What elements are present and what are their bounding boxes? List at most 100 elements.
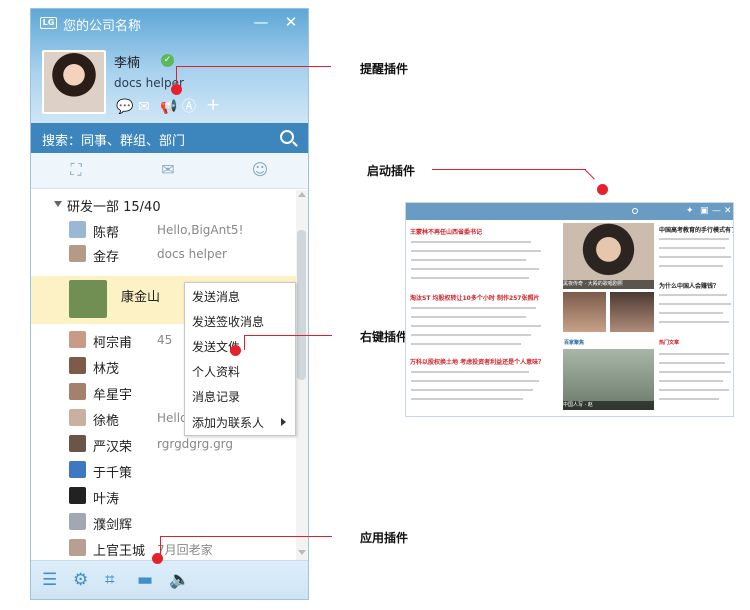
scroll-down-arrow-icon[interactable] [298,550,306,555]
search-bar[interactable]: 搜索：同事、群组、部门 [31,123,308,153]
preview-right-headline: 为什么中国人会赚钱？ [659,283,720,290]
contact-row[interactable]: 金存 docs helper [31,242,296,266]
title-bar[interactable]: LG 您的公司名称 — ✕ [31,9,308,37]
preview-section-tag: 热门文章 [659,340,680,346]
mail-icon[interactable]: ✉ [138,99,150,115]
menu-item-send-message[interactable]: 发送消息 [192,288,240,305]
preview-text-line [411,259,526,261]
search-input[interactable]: 搜索：同事、群组、部门 [42,130,185,149]
startup-plugin-preview: ✦ ▣ — ✕ 王蒙林不再任山西省委书记 淘汰ST 均股权转让10多个小时 制作… [405,202,734,417]
user-avatar[interactable] [42,50,106,114]
preview-photo [563,292,606,332]
contact-name: 康金山 [121,290,161,305]
preview-text-line [411,371,529,373]
menu-item-message-history[interactable]: 消息记录 [192,388,240,405]
preview-text-line [659,398,719,400]
contact-name: 柯宗甫 [93,336,133,351]
menu-item-add-contact[interactable]: 添加为联系人 [192,414,264,431]
contact-row[interactable]: 上官王城 7月回老家 [31,536,296,560]
announce-icon[interactable]: 📢 [160,99,177,115]
callout-line [584,169,595,180]
contact-name: 叶涛 [93,492,120,507]
callout-app-plugin: 应用插件 [360,531,409,545]
minimize-icon: — [712,206,721,216]
context-menu: 发送消息 发送签收消息 发送文件 个人资料 消息记录 添加为联系人 [184,282,296,436]
callout-dot [230,345,241,356]
callout-dot [152,553,163,564]
app-logo: LG [40,17,57,29]
close-button[interactable]: ✕ [283,14,299,30]
preview-text-line [411,398,523,400]
avatar [69,487,86,504]
submenu-arrow-icon [281,418,286,426]
preview-text-line [411,250,541,252]
crop-icon[interactable]: ⌗ [105,571,115,589]
preview-text-line [411,316,526,318]
scrollbar[interactable] [296,190,308,560]
online-status-icon[interactable]: ✓ [161,54,174,67]
preview-headline: 淘汰ST 均股权转让10多个小时 制作257张照片 [410,295,540,302]
preview-caption: 黑夜传奇 · 大殿的歌唱剧照 [563,280,654,289]
search-icon[interactable] [280,130,294,144]
avatar [69,331,86,348]
preview-text-line [411,307,536,309]
search-icon [632,208,638,214]
preview-text-line [659,238,729,240]
contact-name: 严汉荣 [93,440,133,455]
font-icon[interactable]: Ⓐ [182,99,196,115]
contact-row[interactable]: 于千策 [31,458,296,482]
pin-icon: ✦ [686,206,694,216]
list-icon[interactable]: ☰ [42,571,57,589]
preview-photo: 中国人写 · 赵 [563,349,654,410]
preview-text-line [411,389,533,391]
org-chart-icon[interactable]: ⛶ [65,160,87,180]
preview-text-line [411,241,531,243]
callout-line [160,536,332,537]
contact-status: rgrgdgrg.grg [157,437,234,451]
contact-row[interactable]: 叶涛 [31,484,296,508]
scroll-up-arrow-icon[interactable] [298,192,306,197]
preview-text-line [659,256,731,258]
menu-item-send-receipt-message[interactable]: 发送签收消息 [192,313,264,330]
contact-row[interactable]: 陈帮 Hello,BigAnt5! [31,218,296,242]
preview-text-line [411,343,521,345]
preview-text-line [659,294,727,296]
preview-text-line [411,325,541,327]
callout-line [432,169,586,170]
chevron-down-icon[interactable] [54,201,62,207]
contact-name: 牟星宇 [93,388,133,403]
callout-line [244,335,245,350]
add-icon[interactable]: + [206,97,220,114]
group-title[interactable]: 研发一部 15/40 [67,196,161,215]
chat-bubble-icon[interactable]: 💬 [116,99,133,115]
preview-text-line [659,312,723,314]
preview-toolbar: ✦ ▣ — ✕ [406,203,733,220]
avatar [69,245,86,262]
folder-icon[interactable]: ▬ [137,571,153,589]
callout-dot [171,84,182,95]
contact-name: 林茂 [93,362,120,377]
avatar [69,435,86,452]
recent-contacts-icon[interactable]: ☺ [249,160,271,180]
group-chat-icon[interactable]: ✉ [157,160,179,180]
contact-name: 陈帮 [93,226,120,241]
preview-headline: 王蒙林不再任山西省委书记 [410,229,483,236]
avatar [69,280,107,318]
contact-status: docs helper [157,247,227,261]
preview-text-line [659,380,723,382]
preview-text-line [411,268,539,270]
preview-text-line [411,277,529,279]
callout-line [244,335,332,336]
avatar [69,383,86,400]
gear-icon[interactable]: ⚙ [73,571,88,589]
preview-text-line [659,303,731,305]
contact-row[interactable]: 濮剑辉 [31,510,296,534]
scroll-thumb[interactable] [297,230,306,380]
close-icon: ✕ [724,206,732,216]
restore-icon: ▣ [700,206,709,216]
contact-tabs: ⛶ ✉ ☺ [31,153,308,189]
volume-icon[interactable]: 🔈 [169,571,190,589]
minimize-button[interactable]: — [253,14,269,30]
contact-status: 7月回老家 [157,543,213,557]
menu-item-profile[interactable]: 个人资料 [192,363,240,380]
